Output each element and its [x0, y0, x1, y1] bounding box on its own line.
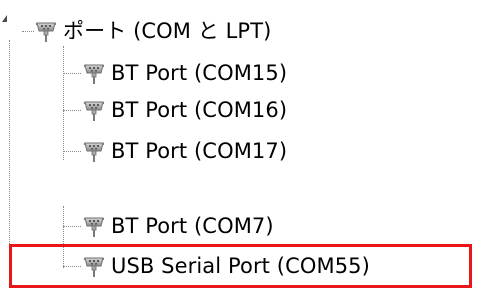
- serial-port-icon: [82, 98, 106, 122]
- tree-item-com7[interactable]: BT Port (COM7): [82, 209, 274, 243]
- tree-item-com16[interactable]: BT Port (COM16): [82, 93, 287, 127]
- tree-item-com15[interactable]: BT Port (COM15): [82, 56, 287, 90]
- tree-item-label: BT Port (COM7): [111, 214, 274, 238]
- tree-connector: [63, 151, 81, 152]
- tree-category-label: ポート (COM と LPT): [63, 19, 272, 43]
- highlight-box: [9, 244, 472, 288]
- serial-port-icon: [82, 61, 106, 85]
- tree-item-com17[interactable]: BT Port (COM17): [82, 134, 287, 168]
- serial-port-icon: [34, 19, 58, 43]
- tree-guide-ports: [63, 46, 64, 160]
- device-tree: ポート (COM と LPT) BT Port (COM15) BT Port …: [0, 0, 478, 288]
- tree-item-label: BT Port (COM16): [111, 98, 288, 122]
- tree-connector: [22, 31, 34, 32]
- tree-item-label: BT Port (COM15): [111, 61, 288, 85]
- tree-category-ports[interactable]: ポート (COM と LPT): [34, 14, 271, 48]
- serial-port-icon: [82, 139, 106, 163]
- expand-collapse-icon[interactable]: [2, 15, 7, 22]
- tree-connector: [63, 226, 81, 227]
- serial-port-icon: [82, 214, 106, 238]
- tree-connector: [63, 73, 81, 74]
- tree-connector: [63, 110, 81, 111]
- tree-item-label: BT Port (COM17): [111, 139, 288, 163]
